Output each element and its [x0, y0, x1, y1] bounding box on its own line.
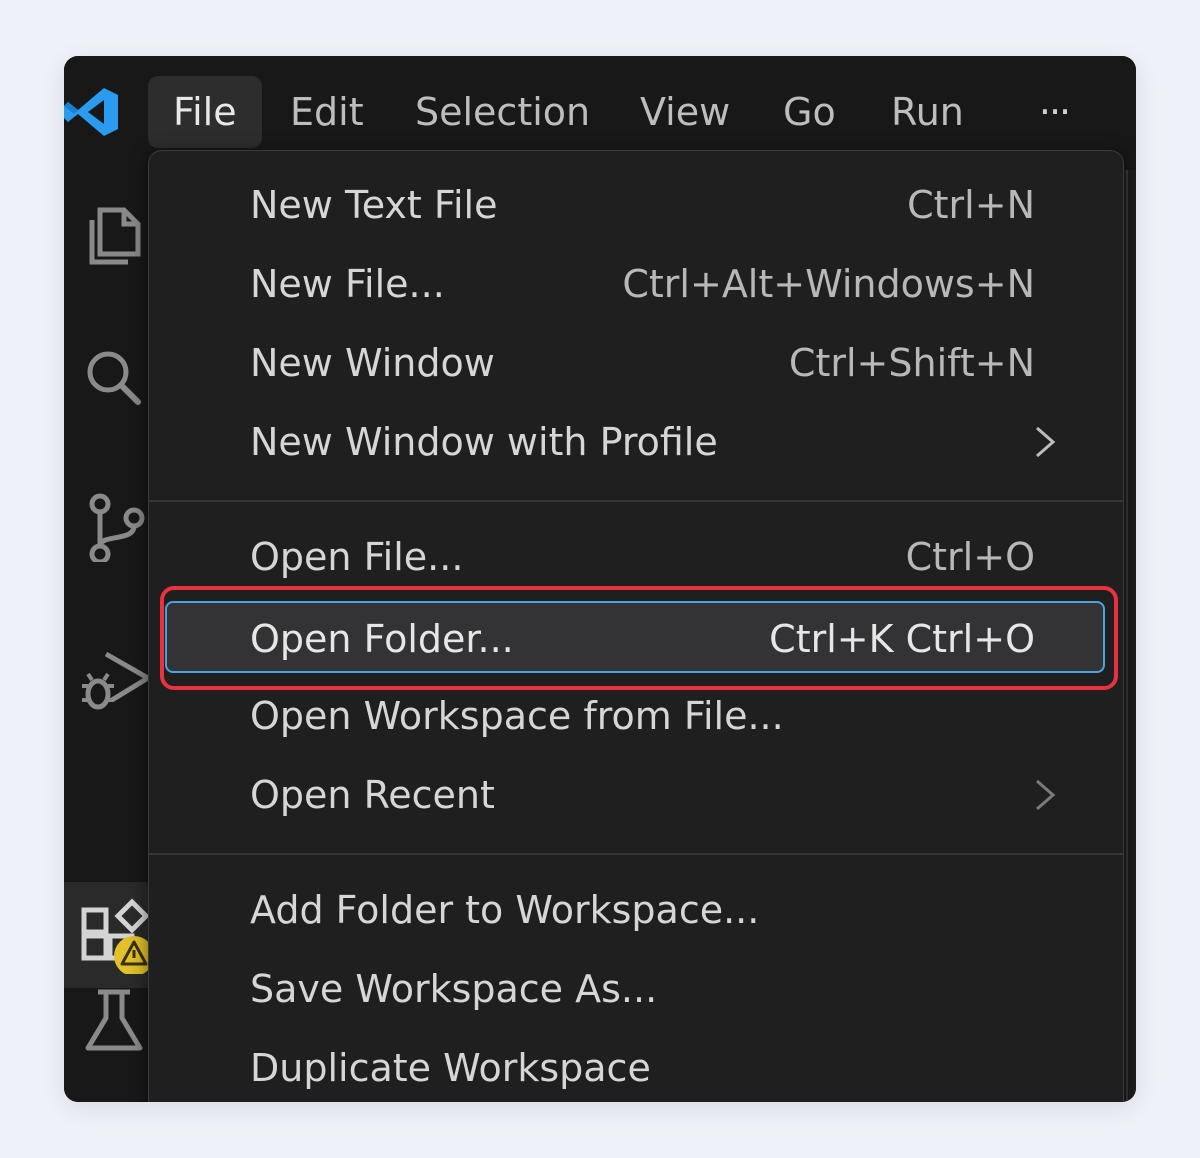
menu-open-recent[interactable]: Open Recent [165, 759, 1105, 831]
menu-item-label: New Text File [250, 183, 498, 227]
file-menu-dropdown: New Text File Ctrl+N New File... Ctrl+Al… [148, 150, 1124, 1102]
menu-item-label: Open Recent [250, 773, 495, 817]
vscode-logo-icon [64, 88, 118, 136]
menu-item-label: Save Workspace As... [250, 967, 658, 1011]
menu-new-window[interactable]: New Window Ctrl+Shift+N [165, 327, 1105, 399]
menu-item-label: Open Folder... [250, 617, 514, 661]
activity-bar [64, 170, 152, 1102]
source-control-icon[interactable] [78, 490, 150, 562]
menu-item-label: Add Folder to Workspace... [250, 888, 760, 932]
search-icon[interactable] [78, 342, 150, 414]
chevron-right-icon [1036, 426, 1056, 458]
menu-item-label: Open Workspace from File... [250, 694, 784, 738]
menu-item-shortcut: Ctrl+N [907, 183, 1035, 227]
menu-new-file[interactable]: New File... Ctrl+Alt+Windows+N [165, 248, 1105, 320]
menu-item-label: New Window [250, 341, 495, 385]
testing-icon[interactable] [78, 984, 150, 1056]
menu-item-label: New File... [250, 262, 445, 306]
explorer-icon[interactable] [78, 196, 150, 268]
vscode-window: File Edit Selection View Go Run ··· New … [64, 56, 1136, 1102]
menu-save-workspace-as[interactable]: Save Workspace As... [165, 953, 1105, 1025]
menu-item-shortcut: Ctrl+O [905, 535, 1035, 579]
menu-open-file[interactable]: Open File... Ctrl+O [165, 521, 1105, 593]
warning-badge-icon [114, 936, 152, 974]
menu-item-shortcut: Ctrl+K Ctrl+O [769, 617, 1035, 661]
menu-item-label: Open File... [250, 535, 464, 579]
menu-item-label: New Window with Profile [250, 420, 718, 464]
menu-view[interactable]: View [615, 76, 755, 148]
menu-separator [149, 853, 1123, 855]
menu-file[interactable]: File [148, 76, 262, 148]
menu-separator [149, 500, 1123, 502]
menu-open-folder[interactable]: Open Folder... Ctrl+K Ctrl+O [165, 601, 1105, 673]
menu-duplicate-workspace[interactable]: Duplicate Workspace [165, 1032, 1105, 1102]
run-debug-icon[interactable] [78, 644, 150, 716]
chevron-right-icon [1036, 779, 1056, 811]
editor-edge [1126, 170, 1128, 1102]
menu-add-folder-to-workspace[interactable]: Add Folder to Workspace... [165, 874, 1105, 946]
menu-new-text-file[interactable]: New Text File Ctrl+N [165, 169, 1105, 241]
menu-item-label: Duplicate Workspace [250, 1046, 651, 1090]
more-menu-button[interactable]: ··· [1034, 76, 1074, 148]
menu-new-window-with-profile[interactable]: New Window with Profile [165, 406, 1105, 478]
menu-run[interactable]: Run [866, 76, 989, 148]
menu-open-workspace-from-file[interactable]: Open Workspace from File... [165, 680, 1105, 752]
menu-item-shortcut: Ctrl+Shift+N [788, 341, 1035, 385]
menu-selection[interactable]: Selection [390, 76, 615, 148]
menu-item-shortcut: Ctrl+Alt+Windows+N [622, 262, 1035, 306]
menu-edit[interactable]: Edit [265, 76, 389, 148]
menu-go[interactable]: Go [758, 76, 861, 148]
